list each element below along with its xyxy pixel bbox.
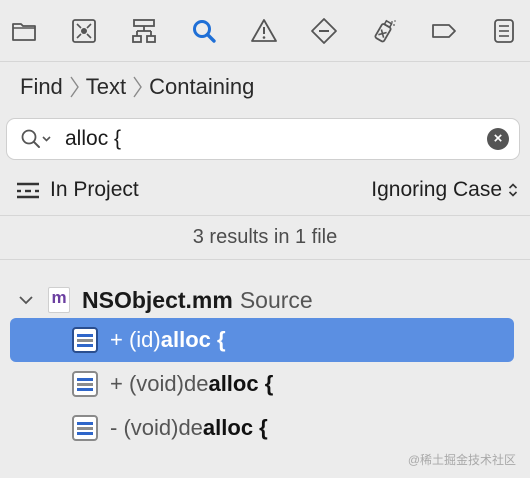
match-prefix: + (void)de — [110, 371, 209, 396]
results-summary: 3 results in 1 file — [0, 216, 530, 260]
hierarchy-icon[interactable] — [128, 15, 160, 47]
search-field[interactable]: alloc { × — [6, 118, 520, 160]
match-highlight: alloc { — [202, 415, 268, 440]
match-prefix: - (void)de — [110, 415, 203, 440]
file-result-row[interactable]: m NSObject.mm Source — [0, 282, 530, 318]
match-highlight: alloc { — [160, 327, 226, 352]
match-row[interactable]: + (id) alloc { — [10, 318, 514, 362]
results-list: m NSObject.mm Source + (id) alloc { + (vo… — [0, 260, 530, 450]
breadcrumb: Find Text Containing — [0, 62, 530, 112]
report-icon[interactable] — [488, 15, 520, 47]
file-icon-letter: m — [51, 288, 67, 307]
objc-file-icon: m — [48, 287, 70, 313]
label-icon[interactable] — [428, 15, 460, 47]
result-line-icon — [72, 327, 98, 353]
match-row[interactable]: + (void)de alloc { — [10, 362, 514, 406]
case-label: Ignoring Case — [371, 177, 502, 201]
search-icon[interactable] — [188, 15, 220, 47]
breakpoint-icon[interactable] — [308, 15, 340, 47]
breadcrumb-containing[interactable]: Containing — [149, 74, 254, 100]
match-highlight: alloc { — [208, 371, 274, 396]
search-area: alloc { × — [0, 112, 530, 164]
chevron-right-icon — [132, 75, 143, 99]
scope-selector[interactable]: In Project — [16, 178, 139, 202]
breadcrumb-find[interactable]: Find — [20, 74, 63, 100]
chevron-updown-icon — [508, 182, 518, 198]
file-name: NSObject.mm — [82, 286, 233, 313]
source-control-icon[interactable] — [68, 15, 100, 47]
case-sensitivity-popup[interactable]: Ignoring Case — [371, 178, 518, 202]
search-scope-bar: In Project Ignoring Case — [0, 164, 530, 216]
warning-icon[interactable] — [248, 15, 280, 47]
clear-search-icon[interactable]: × — [487, 128, 509, 150]
breadcrumb-text[interactable]: Text — [86, 74, 126, 100]
result-line-icon — [72, 371, 98, 397]
folder-icon[interactable] — [8, 15, 40, 47]
match-prefix: + (id) — [110, 327, 161, 352]
search-options-icon[interactable] — [19, 127, 53, 151]
test-icon[interactable] — [368, 15, 400, 47]
scope-label: In Project — [50, 177, 139, 201]
result-line-icon — [72, 415, 98, 441]
file-type: Source — [239, 286, 313, 313]
scope-icon — [16, 180, 40, 200]
navigator-toolbar — [0, 0, 530, 62]
chevron-right-icon — [69, 75, 80, 99]
chevron-down-icon[interactable] — [18, 295, 34, 305]
watermark: @稀土掘金技术社区 — [407, 453, 516, 467]
search-input[interactable]: alloc { — [65, 127, 487, 151]
match-row[interactable]: - (void)de alloc { — [10, 406, 514, 450]
